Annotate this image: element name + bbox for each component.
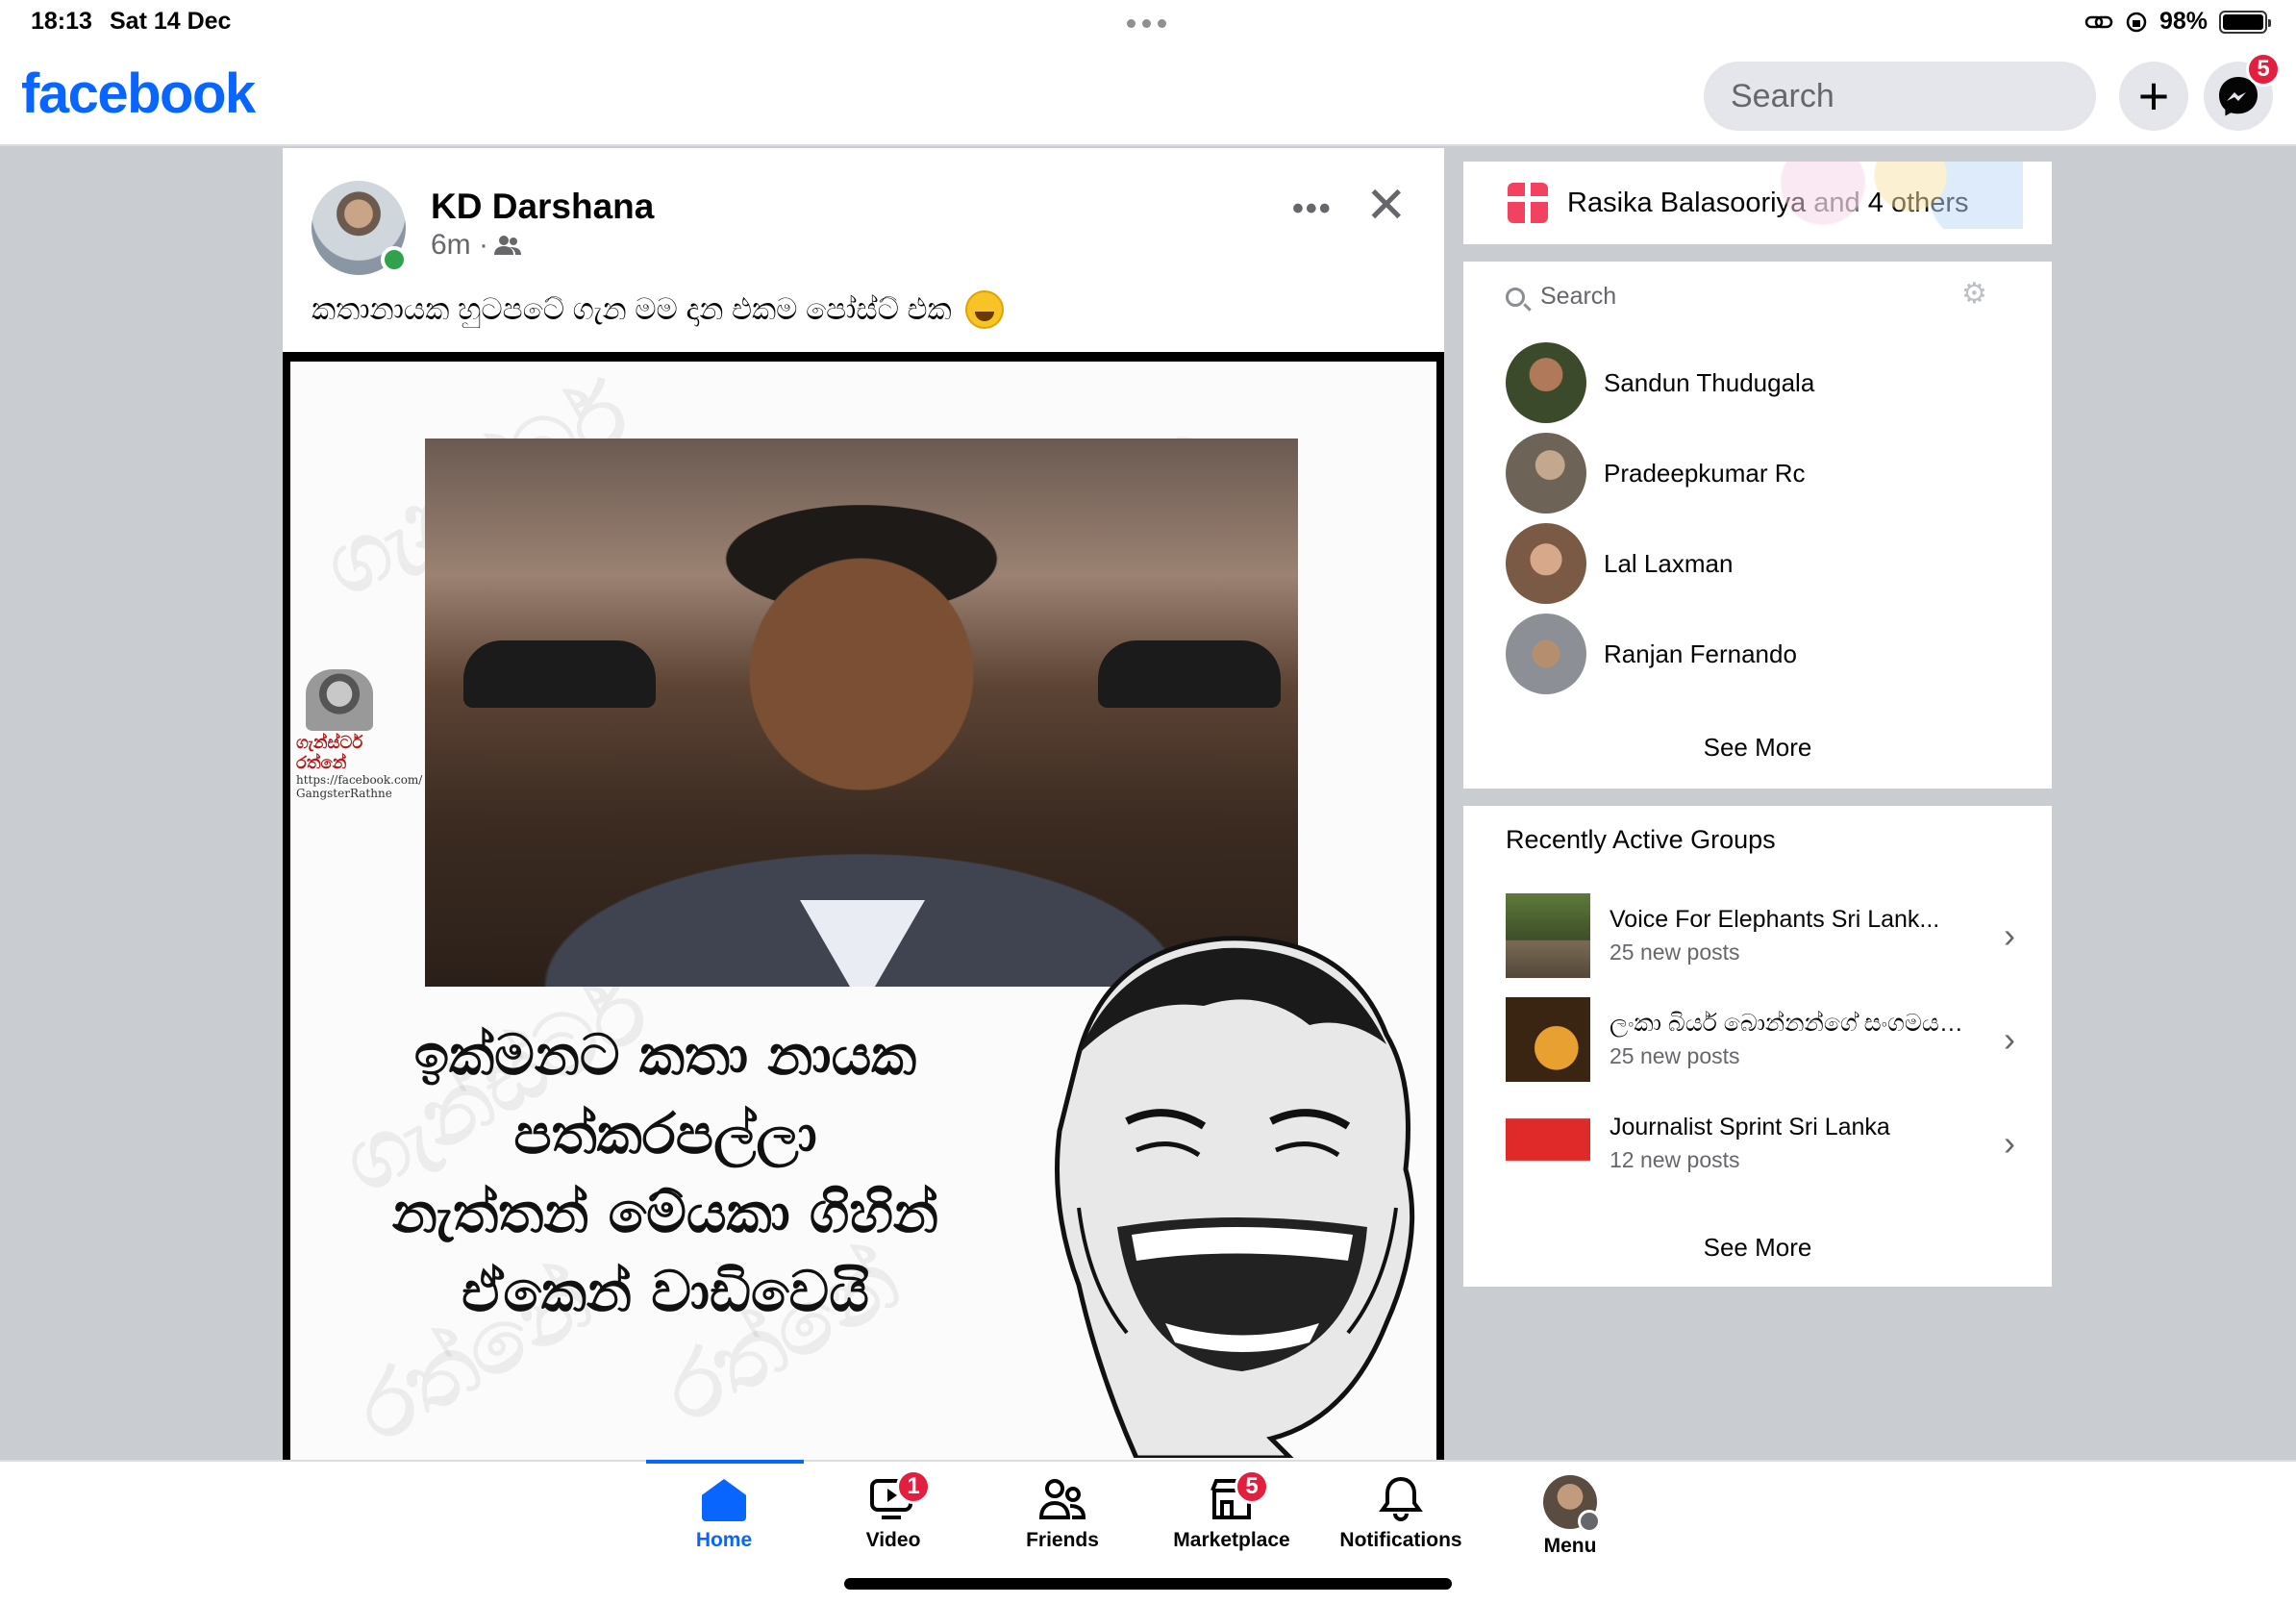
contact-name: Sandun Thudugala	[1604, 367, 1815, 397]
chevron-right-icon: ›	[2004, 915, 2015, 955]
contact-name: Pradeepkumar Rc	[1604, 458, 1806, 488]
marketplace-badge: 5	[1235, 1469, 1269, 1504]
friends-audience-icon	[494, 236, 521, 255]
meme-caption-line: පත්කරපල්ලා	[513, 1101, 817, 1166]
status-time: 18:13	[31, 8, 92, 35]
post-close-icon[interactable]: ✕	[1365, 177, 1408, 235]
contact-name: Lal Laxman	[1604, 548, 1734, 578]
meme-watermark-logo: ගැන්ස්ටර් රත්නේ https://facebook.com/ Ga…	[296, 669, 423, 800]
tab-marketplace[interactable]: 5 Marketplace	[1150, 1462, 1313, 1577]
tab-label: Home	[695, 1529, 753, 1551]
friends-icon	[1038, 1479, 1086, 1519]
home-icon	[699, 1475, 749, 1523]
contact-name: Ranjan Fernando	[1604, 639, 1797, 668]
menu-avatar-icon	[1543, 1475, 1601, 1533]
chevron-right-icon: ›	[2004, 1123, 2015, 1163]
groups-see-more-button[interactable]: See More	[1463, 1233, 2052, 1263]
create-button[interactable]: +	[2119, 62, 2188, 131]
groups-title: Recently Active Groups	[1506, 825, 1776, 854]
group-sub: 12 new posts	[1610, 1147, 1740, 1172]
contact-item[interactable]: Sandun Thudugala	[1506, 342, 1814, 423]
contacts-search-input[interactable]: Search	[1506, 283, 1616, 311]
contact-avatar	[1506, 523, 1586, 604]
search-icon	[1506, 287, 1525, 307]
multitasking-dots-icon[interactable]	[1127, 19, 1166, 28]
search-input[interactable]: Search	[1704, 62, 2096, 131]
contacts-search-placeholder: Search	[1540, 283, 1617, 310]
group-thumbnail	[1506, 997, 1590, 1082]
tab-video[interactable]: 1 Video	[811, 1462, 975, 1577]
contact-item[interactable]: Pradeepkumar Rc	[1506, 433, 1806, 514]
contact-item[interactable]: Lal Laxman	[1506, 523, 1733, 604]
search-placeholder: Search	[1731, 77, 1834, 114]
tab-menu[interactable]: Menu	[1488, 1462, 1652, 1577]
birthday-name: Rasika Balasooriya	[1567, 187, 1807, 218]
orientation-lock-icon	[2126, 12, 2147, 32]
group-name: ලංකා බියර් බොන්නන්ගේ සංගමය -...	[1610, 1010, 1965, 1037]
post-card: KD Darshana 6m · ••• ✕ කතානායක හුටපටේ ගැ…	[283, 148, 1444, 1460]
link-icon	[2084, 15, 2113, 28]
balloons-decoration	[1773, 162, 2023, 229]
laughing-emoji-icon	[964, 290, 1004, 329]
meme-caption-line: ඒකෙන් වාඩිවෙයි	[462, 1259, 869, 1324]
group-thumbnail	[1506, 893, 1590, 978]
status-right: 98%	[2084, 8, 2271, 36]
meme-caption: ඉක්මනට කතා නායක පත්කරපල්ලා නැත්තන් මේයකා…	[329, 1015, 1002, 1331]
plus-icon: +	[2137, 65, 2170, 126]
meme-logo-url: https://facebook.com/ GangsterRathne	[296, 773, 423, 800]
post-more-icon[interactable]: •••	[1292, 190, 1333, 228]
contact-avatar	[1506, 614, 1586, 694]
laughing-troll-face	[1055, 936, 1415, 1458]
contact-avatar	[1506, 342, 1586, 423]
tab-label: Friends	[1026, 1529, 1099, 1551]
tab-label: Video	[865, 1529, 921, 1551]
battery-percent: 98%	[2159, 8, 2208, 35]
chevron-right-icon: ›	[2004, 1019, 2015, 1059]
messenger-button[interactable]: 5	[2204, 52, 2281, 131]
gift-icon	[1508, 183, 1548, 223]
status-bar: 18:13 Sat 14 Dec 98%	[0, 0, 2296, 44]
post-image[interactable]: ගැන්ස්ටර් රත්නේ ගැන්ස්ටර් රත්නේ රත්නේ ගැ…	[283, 352, 1444, 1460]
group-name: Voice For Elephants Sri Lank...	[1610, 906, 1940, 933]
contact-avatar	[1506, 433, 1586, 514]
status-date: Sat 14 Dec	[110, 8, 232, 35]
top-header: facebook Search + 5	[0, 44, 2296, 146]
group-item[interactable]: Journalist Sprint Sri Lanka 12 new posts…	[1506, 1100, 2015, 1187]
meme-photo	[425, 439, 1298, 987]
tab-home[interactable]: Home	[642, 1462, 806, 1577]
group-item[interactable]: ලංකා බියර් බොන්නන්ගේ සංගමය -... 25 new p…	[1506, 996, 2015, 1083]
tab-label: Marketplace	[1173, 1529, 1290, 1551]
post-time[interactable]: 6m ·	[431, 229, 488, 262]
meme-caption-line: ඉක්මනට කතා නායක	[413, 1022, 917, 1088]
tab-label: Notifications	[1339, 1529, 1462, 1551]
contact-item[interactable]: Ranjan Fernando	[1506, 614, 1797, 694]
recent-groups-panel: Recently Active Groups Voice For Elephan…	[1463, 806, 2052, 1287]
group-name: Journalist Sprint Sri Lanka	[1610, 1114, 1890, 1140]
post-text-content: කතානායක හුටපටේ ගැන මම දාන එකම පෝස්ට් එක	[312, 291, 952, 326]
tab-label: Menu	[1543, 1535, 1597, 1557]
post-meta: 6m ·	[431, 229, 521, 262]
contacts-panel: Search ⚙ Sandun Thudugala Pradeepkumar R…	[1463, 262, 2052, 789]
meme-caption-line: නැත්තන් මේයකා ගිහින්	[391, 1180, 939, 1245]
facebook-logo[interactable]: facebook	[21, 62, 256, 126]
tab-friends[interactable]: Friends	[981, 1462, 1144, 1577]
online-indicator	[381, 246, 408, 273]
group-sub: 25 new posts	[1610, 1043, 1740, 1068]
contacts-see-more-button[interactable]: See More	[1463, 733, 2052, 763]
meme-logo-name: ගැන්ස්ටර් රත්නේ	[296, 733, 363, 773]
group-item[interactable]: Voice For Elephants Sri Lank... 25 new p…	[1506, 892, 2015, 979]
video-badge: 1	[896, 1469, 931, 1504]
battery-icon	[2219, 10, 2271, 34]
tab-notifications[interactable]: Notifications	[1319, 1462, 1483, 1577]
group-thumbnail	[1506, 1101, 1590, 1186]
gear-icon[interactable]: ⚙	[1961, 277, 1987, 311]
messenger-badge: 5	[2246, 52, 2281, 87]
post-text: කතානායක හුටපටේ ගැන මම දාන එකම පෝස්ට් එක	[312, 290, 1004, 329]
group-sub: 25 new posts	[1610, 940, 1740, 965]
post-author[interactable]: KD Darshana	[431, 187, 654, 227]
bell-icon	[1379, 1476, 1423, 1521]
home-indicator[interactable]	[844, 1578, 1452, 1590]
birthday-card[interactable]: Rasika Balasooriya and 4 others	[1463, 162, 2052, 244]
